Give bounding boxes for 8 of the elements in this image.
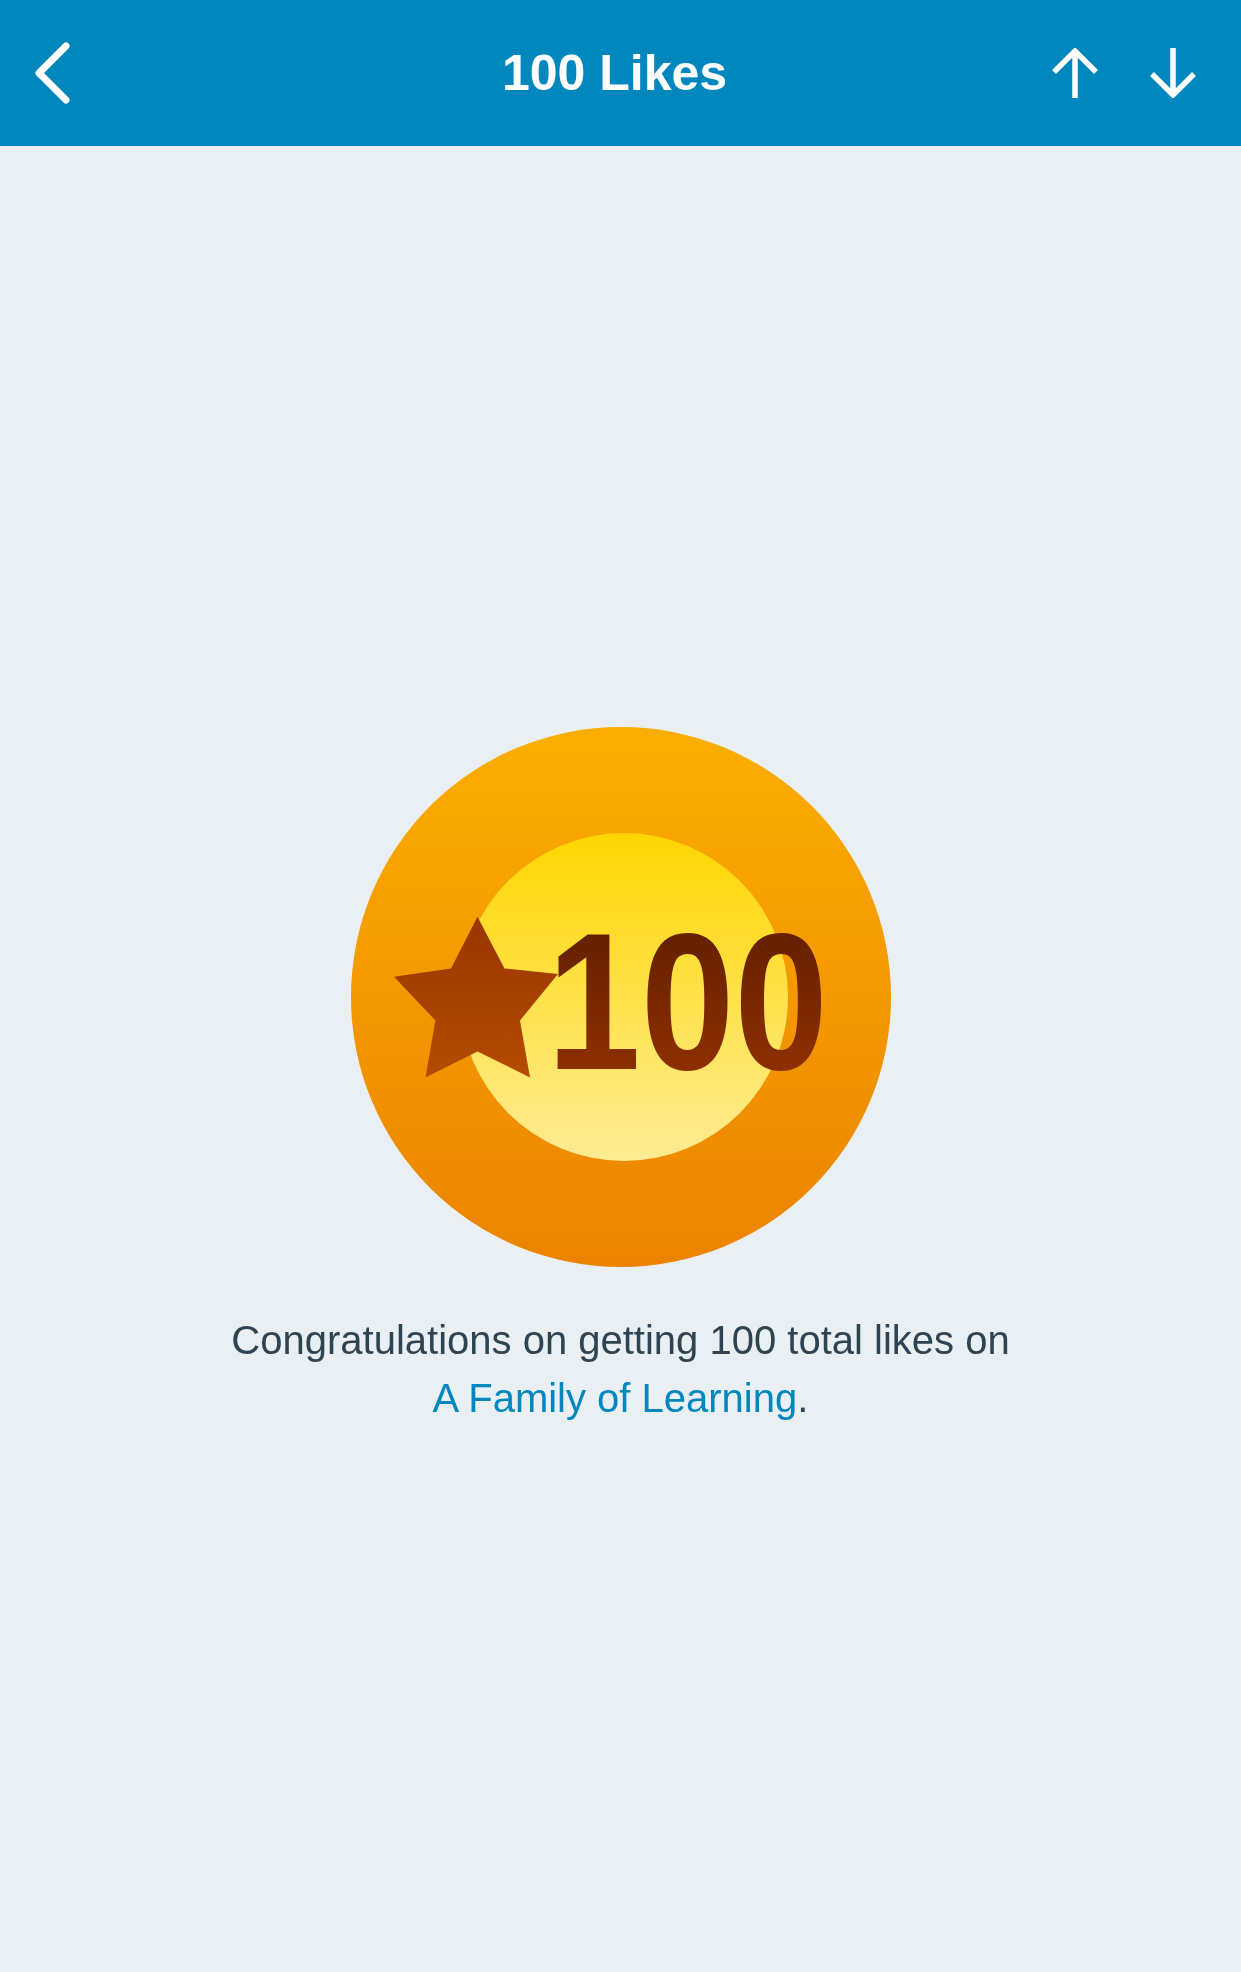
arrow-down-icon: [1149, 48, 1197, 98]
congratulations-message: Congratulations on getting 100 total likes on A Family of Learning.: [230, 1317, 1011, 1422]
badge-number: 100: [546, 893, 871, 1110]
page-title: 100 Likes: [501, 44, 728, 102]
arrow-up-icon: [1051, 48, 1099, 98]
star-icon: [393, 916, 558, 1078]
site-link[interactable]: A Family of Learning: [432, 1376, 798, 1420]
chevron-left-icon: [32, 41, 72, 105]
